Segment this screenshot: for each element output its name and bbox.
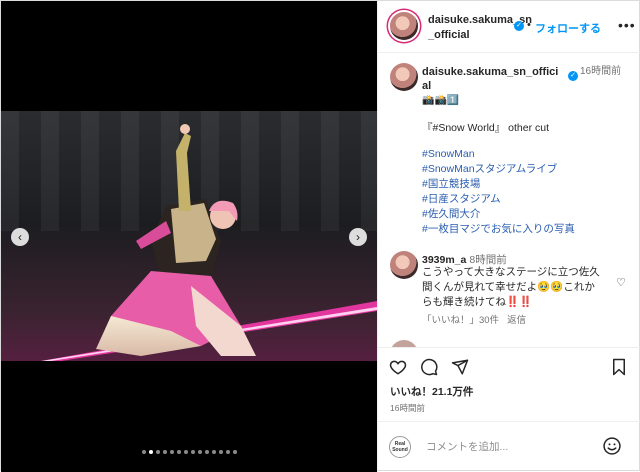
paper-plane-icon[interactable] bbox=[451, 358, 469, 376]
carousel-dot bbox=[155, 450, 160, 454]
carousel-dot bbox=[218, 450, 223, 454]
header-separator: • bbox=[527, 19, 531, 31]
caption-body: 『#Snow World』 other cut #SnowMan #SnowMa… bbox=[422, 121, 637, 237]
smiley-icon[interactable] bbox=[602, 436, 622, 456]
next-comment-avatar bbox=[390, 340, 418, 347]
carousel-dot bbox=[176, 450, 181, 454]
caption-time: 16時間前 bbox=[580, 66, 622, 77]
post-header: daisuke.sakuma_sn_official ✓ • フォローする ••… bbox=[378, 1, 640, 53]
author-avatar[interactable] bbox=[390, 12, 418, 40]
hashtag-link[interactable]: #SnowMan bbox=[422, 147, 637, 162]
caption-emoji: 📸📸1️⃣ bbox=[422, 95, 460, 106]
post-timestamp: 16時間前 bbox=[390, 403, 425, 413]
post-media: ‹ › bbox=[1, 1, 377, 472]
follow-button[interactable]: フォローする bbox=[535, 20, 601, 36]
real-sound-watermark: Real Sound bbox=[389, 436, 411, 458]
carousel-dot bbox=[162, 450, 167, 454]
comments-section[interactable]: daisuke.sakuma_sn_official ✓ 16時間前 📸📸1️⃣… bbox=[378, 54, 640, 347]
bookmark-icon[interactable] bbox=[610, 358, 628, 376]
commenter-avatar[interactable] bbox=[390, 251, 418, 279]
carousel-dot bbox=[169, 450, 174, 454]
carousel-next-button[interactable]: › bbox=[349, 228, 367, 246]
carousel-prev-button[interactable]: ‹ bbox=[11, 228, 29, 246]
carousel-dot bbox=[183, 450, 188, 454]
more-options-icon[interactable]: ••• bbox=[618, 17, 636, 33]
like-count[interactable]: いいね！21.1万件 bbox=[390, 384, 473, 399]
post-sidebar: daisuke.sakuma_sn_official ✓ • フォローする ••… bbox=[377, 1, 640, 472]
carousel-dot bbox=[190, 450, 195, 454]
hashtag-link[interactable]: #佐久間大介 bbox=[422, 207, 637, 222]
carousel-dot bbox=[141, 450, 146, 454]
comment-bubble-icon[interactable] bbox=[420, 358, 438, 376]
comment-input[interactable] bbox=[426, 438, 586, 456]
verified-badge-icon: ✓ bbox=[514, 21, 524, 31]
comment-text: こうやって大きなステージに立つ佐久間くんが見れて幸せだよ🥹🥹これからも輝き続けて… bbox=[422, 266, 600, 308]
hashtag-link[interactable]: #SnowManスタジアムライブ bbox=[422, 162, 637, 177]
concert-photo bbox=[1, 111, 377, 361]
performer-figure bbox=[41, 124, 377, 361]
carousel-dot bbox=[197, 450, 202, 454]
instagram-post-modal: ‹ › daisuke.sakuma_sn_official ✓ • フォローす… bbox=[0, 0, 640, 472]
carousel-dot bbox=[225, 450, 230, 454]
carousel-indicator bbox=[1, 450, 377, 454]
heart-icon[interactable] bbox=[389, 358, 407, 376]
caption-title: 『#Snow World』 other cut bbox=[422, 122, 550, 134]
comment-meta: 「いいね！」30件 返信 bbox=[422, 312, 534, 326]
comment-like-heart-icon[interactable]: ♡ bbox=[616, 276, 626, 289]
carousel-dot bbox=[148, 450, 153, 454]
caption-avatar[interactable] bbox=[390, 63, 418, 91]
carousel-dot bbox=[204, 450, 209, 454]
reply-button[interactable]: 返信 bbox=[507, 315, 526, 326]
add-comment-bar: Real Sound bbox=[378, 421, 640, 472]
verified-badge-icon: ✓ bbox=[568, 71, 578, 81]
hashtag-link[interactable]: #国立競技場 bbox=[422, 177, 637, 192]
comment-like-count[interactable]: 「いいね！」30件 bbox=[422, 315, 499, 326]
hashtag-link[interactable]: #一枚目マジでお気に入りの写真 bbox=[422, 222, 637, 237]
caption-username[interactable]: daisuke.sakuma_sn_official bbox=[422, 65, 562, 93]
action-bar: いいね！21.1万件 16時間前 bbox=[378, 347, 640, 421]
carousel-dot bbox=[232, 450, 237, 454]
carousel-dot bbox=[211, 450, 216, 454]
hashtag-link[interactable]: #日産スタジアム bbox=[422, 192, 637, 207]
